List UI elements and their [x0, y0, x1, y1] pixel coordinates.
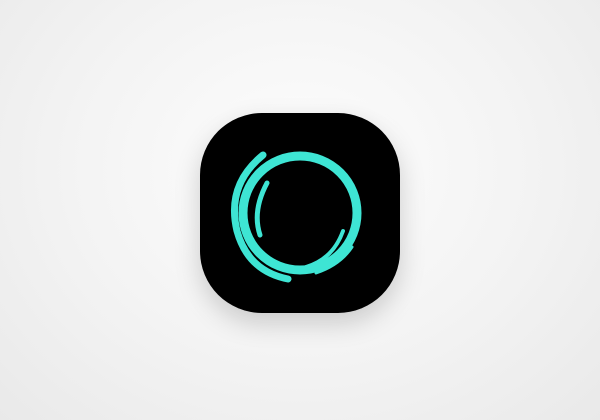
swirl-ring-icon — [200, 113, 400, 313]
app-icon[interactable] — [200, 113, 400, 313]
icon-tile — [200, 113, 400, 313]
